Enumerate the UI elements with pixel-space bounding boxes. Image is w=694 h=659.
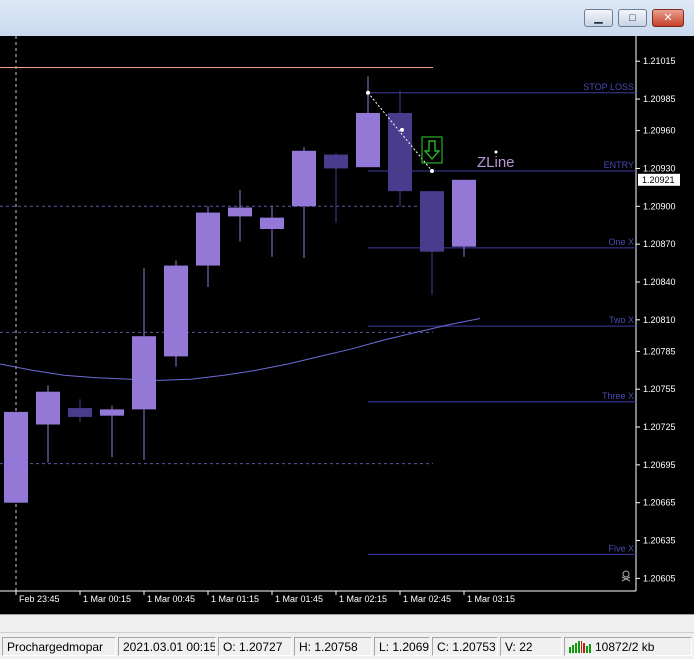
price-tick-label-4: 1.20900 [643, 201, 676, 211]
price-tick-label-0: 1.21015 [643, 56, 676, 66]
candle-body-2 [68, 408, 92, 417]
price-tick-label-10: 1.20725 [643, 422, 676, 432]
maximize-button[interactable]: □ [618, 9, 647, 27]
price-tick-label-7: 1.20810 [643, 315, 676, 325]
candle-body-6 [196, 212, 220, 266]
trend-point-mid [400, 127, 404, 132]
minimize-button[interactable]: ▁ [584, 9, 613, 27]
connection-traffic-icon [569, 641, 591, 653]
candle-body-7 [228, 207, 252, 217]
candle-body-11 [356, 112, 380, 168]
horizontal-scrollbar[interactable] [0, 614, 694, 632]
price-tick-label-9: 1.20755 [643, 384, 676, 394]
price-tick-label-12: 1.20665 [643, 498, 676, 508]
current-price-label: 1.20921 [642, 175, 675, 185]
candle-body-8 [260, 217, 284, 229]
level-label-4: Three X [602, 391, 634, 401]
candle-body-13 [420, 191, 444, 252]
level-label-1: ENTRY [604, 160, 634, 170]
maximize-icon: □ [629, 11, 636, 24]
time-tick-label-2: 1 Mar 00:45 [147, 594, 195, 604]
candle-body-9 [292, 150, 316, 207]
traffic-label: 10872/2 kb [595, 640, 655, 654]
price-tick-label-5: 1.20870 [643, 239, 676, 249]
candle-body-3 [100, 409, 124, 416]
status-datetime: 2021.03.01 00:15 [118, 637, 216, 656]
candle-body-12 [388, 112, 412, 192]
price-tick-label-6: 1.20840 [643, 277, 676, 287]
status-bar: Prochargedmopar 2021.03.01 00:15 O: 1.20… [0, 632, 694, 659]
level-label-5: Five X [608, 543, 634, 553]
candle-body-14 [452, 179, 476, 247]
time-tick-label-3: 1 Mar 01:15 [211, 594, 259, 604]
price-tick-label-2: 1.20960 [643, 126, 676, 136]
time-tick-label-6: 1 Mar 02:45 [403, 594, 451, 604]
close-button[interactable]: ✕ [652, 9, 684, 27]
zline-point [494, 150, 498, 154]
status-open: O: 1.20727 [218, 637, 292, 656]
candle-body-4 [132, 336, 156, 410]
minimize-icon: ▁ [594, 11, 603, 24]
status-close: C: 1.20753 [432, 637, 498, 656]
sell-arrow-icon [423, 140, 441, 160]
trend-point-end [430, 168, 434, 173]
price-tick-label-14: 1.20605 [643, 573, 676, 583]
chart-canvas[interactable]: STOP LOSS ENTRY One X Two X Three X Five X ZLi… [0, 36, 694, 614]
status-high: H: 1.20758 [294, 637, 372, 656]
time-tick-label-1: 1 Mar 00:15 [83, 594, 131, 604]
window-titlebar: ▁ □ ✕ [0, 0, 694, 36]
candle-body-1 [36, 391, 60, 425]
time-tick-label-0: Feb 23:45 [19, 594, 60, 604]
candle-body-10 [324, 154, 348, 169]
zline-annotation: ZLine [477, 154, 515, 171]
level-label-3: Two X [609, 315, 634, 325]
time-tick-label-5: 1 Mar 02:15 [339, 594, 387, 604]
level-label-2: One X [608, 237, 634, 247]
price-tick-label-3: 1.20930 [643, 163, 676, 173]
price-tick-label-11: 1.20695 [643, 460, 676, 470]
candle-body-0 [4, 411, 28, 503]
status-low: L: 1.20697 [374, 637, 430, 656]
close-icon: ✕ [663, 11, 673, 24]
level-label-0: STOP LOSS [583, 82, 634, 92]
time-tick-label-4: 1 Mar 01:45 [275, 594, 323, 604]
moving-average-line [0, 318, 481, 381]
price-chart[interactable]: STOP LOSS ENTRY One X Two X Three X Five X ZLi… [0, 36, 694, 614]
status-volume: V: 22 [500, 637, 562, 656]
price-tick-label-8: 1.20785 [643, 346, 676, 356]
status-profile: Prochargedmopar [2, 637, 116, 656]
candle-body-5 [164, 265, 188, 357]
status-traffic: 10872/2 kb [564, 637, 692, 656]
time-tick-label-7: 1 Mar 03:15 [467, 594, 515, 604]
skull-marker-icon [621, 570, 631, 582]
trend-point-start [366, 90, 370, 95]
price-tick-label-1: 1.20985 [643, 94, 676, 104]
price-tick-label-13: 1.20635 [643, 536, 676, 546]
